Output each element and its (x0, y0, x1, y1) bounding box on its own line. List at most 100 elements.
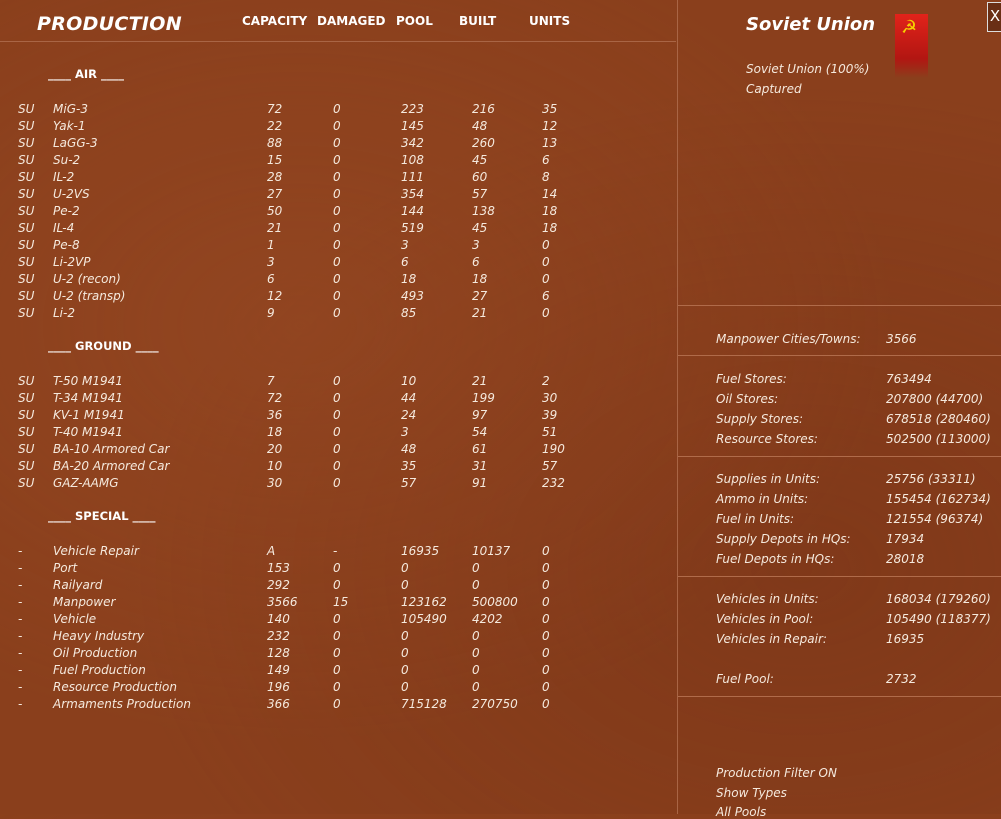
table-row[interactable]: - Railyard 292 0 0 0 0 (0, 577, 676, 594)
table-row[interactable]: - Heavy Industry 232 0 0 0 0 (0, 628, 676, 645)
table-row[interactable]: SU U-2 (recon) 6 0 18 18 0 (0, 271, 676, 288)
table-row[interactable]: SU U-2VS 27 0 354 57 14 (0, 186, 676, 203)
built-cell: 270750 (472, 697, 518, 711)
section-header: ____ AIR ____ (48, 67, 125, 81)
capacity-cell: 50 (267, 204, 283, 218)
col-built[interactable]: BUILT (459, 14, 496, 28)
table-row[interactable]: SU Su-2 15 0 108 45 6 (0, 152, 676, 169)
pool-cell: 35 (401, 459, 417, 473)
nation-name: Soviet Union (746, 14, 876, 35)
table-row[interactable]: - Vehicle Repair A - 16935 10137 0 (0, 543, 676, 560)
table-row[interactable]: - Oil Production 128 0 0 0 0 (0, 645, 676, 662)
table-row[interactable]: - Resource Production 196 0 0 0 0 (0, 679, 676, 696)
units-cell: 35 (542, 102, 558, 116)
pool-cell: 0 (401, 629, 409, 643)
divider (678, 576, 1001, 577)
name-cell: U-2 (recon) (53, 272, 121, 286)
capacity-cell: 3566 (267, 595, 298, 609)
units-cell: 0 (542, 612, 550, 626)
nation-cell: - (18, 663, 23, 677)
units-cell: 18 (542, 204, 558, 218)
col-capacity[interactable]: CAPACITY (242, 14, 307, 28)
table-row[interactable]: SU LaGG-3 88 0 342 260 13 (0, 135, 676, 152)
show-types-toggle[interactable]: Show Types (716, 786, 787, 800)
table-row[interactable]: SU Yak-1 22 0 145 48 12 (0, 118, 676, 135)
nation-cell: SU (18, 374, 35, 388)
nation-cell: - (18, 578, 23, 592)
name-cell: Port (53, 561, 78, 575)
production-filter-toggle[interactable]: Production Filter ON (716, 766, 837, 780)
nation-cell: SU (18, 255, 35, 269)
name-cell: KV-1 M1941 (53, 408, 125, 422)
units-cell: 232 (542, 476, 565, 490)
nation-cell: - (18, 544, 23, 558)
table-row[interactable]: - Port 153 0 0 0 0 (0, 560, 676, 577)
table-row[interactable]: SU KV-1 M1941 36 0 24 97 39 (0, 407, 676, 424)
pool-cell: 144 (401, 204, 424, 218)
table-row[interactable]: SU IL-4 21 0 519 45 18 (0, 220, 676, 237)
stat-value: 3566 (886, 332, 917, 346)
table-row[interactable]: SU T-34 M1941 72 0 44 199 30 (0, 390, 676, 407)
table-row[interactable]: - Armaments Production 366 0 715128 270750 0 (0, 696, 676, 713)
name-cell: Li-2VP (53, 255, 91, 269)
table-row[interactable]: SU T-50 M1941 7 0 10 21 2 (0, 373, 676, 390)
table-row[interactable]: SU BA-20 Armored Car 10 0 35 31 57 (0, 458, 676, 475)
table-row[interactable]: - Vehicle 140 0 105490 4202 0 (0, 611, 676, 628)
table-row[interactable]: SU T-40 M1941 18 0 3 54 51 (0, 424, 676, 441)
name-cell: Su-2 (53, 153, 81, 167)
built-cell: 57 (472, 187, 488, 201)
all-pools-toggle[interactable]: All Pools (716, 805, 766, 819)
stat-label: Vehicles in Repair: (716, 632, 827, 646)
name-cell: BA-20 Armored Car (53, 459, 170, 473)
pool-cell: 493 (401, 289, 424, 303)
units-cell: 6 (542, 289, 550, 303)
nation-cell: SU (18, 425, 35, 439)
close-button[interactable]: X (987, 2, 1001, 32)
col-pool[interactable]: POOL (396, 14, 433, 28)
damaged-cell: 0 (333, 459, 341, 473)
built-cell: 0 (472, 680, 480, 694)
section-header: ____ SPECIAL ____ (48, 509, 156, 523)
name-cell: Manpower (53, 595, 116, 609)
stat-value: 678518 (280460) (886, 412, 991, 426)
pool-cell: 0 (401, 663, 409, 677)
table-row[interactable]: SU IL-2 28 0 111 60 8 (0, 169, 676, 186)
table-row[interactable]: SU U-2 (transp) 12 0 493 27 6 (0, 288, 676, 305)
hammer-sickle-icon: ☭ (901, 17, 918, 38)
table-row[interactable]: SU Pe-2 50 0 144 138 18 (0, 203, 676, 220)
table-row[interactable]: SU Li-2 9 0 85 21 0 (0, 305, 676, 322)
col-units[interactable]: UNITS (529, 14, 570, 28)
name-cell: Pe-8 (53, 238, 80, 252)
capacity-cell: 140 (267, 612, 290, 626)
damaged-cell: 0 (333, 442, 341, 456)
nation-cell: SU (18, 136, 35, 150)
table-row[interactable]: SU Pe-8 1 0 3 3 0 (0, 237, 676, 254)
name-cell: T-34 M1941 (53, 391, 123, 405)
nation-cell: SU (18, 119, 35, 133)
pool-cell: 6 (401, 255, 409, 269)
table-row[interactable]: - Manpower 3566 15 123162 500800 0 (0, 594, 676, 611)
col-damaged[interactable]: DAMAGED (317, 14, 385, 28)
table-row[interactable]: - Fuel Production 149 0 0 0 0 (0, 662, 676, 679)
capacity-cell: 6 (267, 272, 275, 286)
table-row[interactable]: SU MiG-3 72 0 223 216 35 (0, 101, 676, 118)
nation-cell: - (18, 680, 23, 694)
damaged-cell: 0 (333, 646, 341, 660)
built-cell: 0 (472, 646, 480, 660)
stat-label: Vehicles in Units: (716, 592, 819, 606)
name-cell: MiG-3 (53, 102, 88, 116)
pool-cell: 44 (401, 391, 417, 405)
name-cell: LaGG-3 (53, 136, 98, 150)
capacity-cell: 3 (267, 255, 275, 269)
stat-value: 16935 (886, 632, 925, 646)
pool-cell: 0 (401, 646, 409, 660)
stat-label: Fuel Stores: (716, 372, 787, 386)
units-cell: 0 (542, 663, 550, 677)
table-row[interactable]: SU BA-10 Armored Car 20 0 48 61 190 (0, 441, 676, 458)
built-cell: 6 (472, 255, 480, 269)
divider (678, 355, 1001, 356)
name-cell: BA-10 Armored Car (53, 442, 170, 456)
capacity-cell: 28 (267, 170, 283, 184)
table-row[interactable]: SU Li-2VP 3 0 6 6 0 (0, 254, 676, 271)
table-row[interactable]: SU GAZ-AAMG 30 0 57 91 232 (0, 475, 676, 492)
